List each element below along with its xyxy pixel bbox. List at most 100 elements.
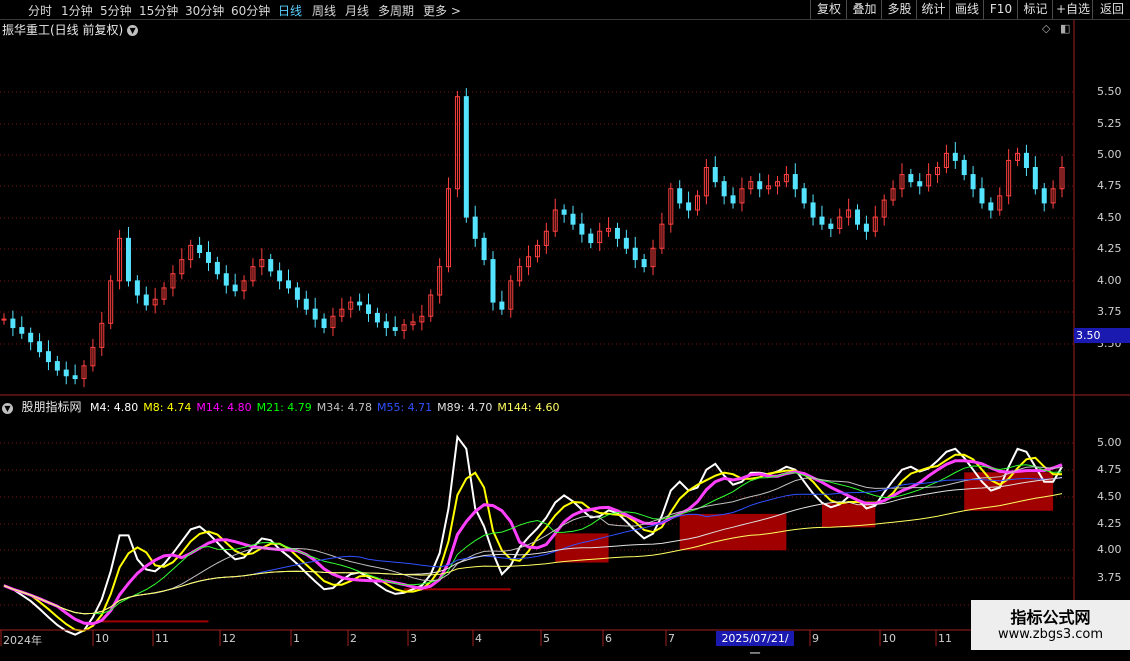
period-tab-fenshi[interactable]: 分时 bbox=[28, 2, 52, 19]
date-axis-label: 12 bbox=[222, 632, 236, 645]
indicator-value: M55: 4.71 bbox=[376, 401, 433, 414]
back-button[interactable]: 返回 bbox=[1092, 0, 1130, 19]
candle-body bbox=[970, 174, 976, 190]
indicator-axis-label: 4.00 bbox=[1097, 543, 1122, 556]
panel-toggle-icon[interactable]: ◧ bbox=[1060, 22, 1070, 35]
indicator-area-block bbox=[679, 513, 787, 551]
chevron-down-icon[interactable]: ▼ bbox=[2, 402, 13, 414]
candle-body bbox=[561, 209, 567, 215]
candle-body bbox=[392, 327, 398, 331]
watermark-title: 指标公式网 bbox=[1010, 608, 1091, 627]
candle-body bbox=[792, 174, 798, 190]
date-axis-label: 10 bbox=[95, 632, 109, 645]
indicator-axis-label: 4.50 bbox=[1097, 490, 1122, 503]
period-tab-30min[interactable]: 30分钟 bbox=[185, 2, 224, 19]
candlestick-series bbox=[1, 88, 1065, 388]
add-watchlist-button[interactable]: +自选 bbox=[1052, 0, 1093, 19]
price-axis-label: 4.00 bbox=[1097, 274, 1122, 287]
candle-body bbox=[10, 318, 16, 329]
candle-body bbox=[588, 233, 594, 244]
chart-title: 振华重工(日线 前复权) bbox=[2, 23, 124, 37]
chart-title-row: 振华重工(日线 前复权) ▼ bbox=[2, 21, 139, 38]
price-axis-label: 4.50 bbox=[1097, 211, 1122, 224]
price-axis-label: 5.00 bbox=[1097, 148, 1122, 161]
candle-body bbox=[232, 284, 238, 292]
candle-body bbox=[490, 259, 496, 303]
watermark-url: www.zbgs3.com bbox=[997, 627, 1104, 642]
diamond-icon[interactable]: ◇ bbox=[1042, 22, 1050, 35]
period-tab-daily[interactable]: 日线 bbox=[278, 2, 302, 19]
period-tab-more[interactable]: 更多 > bbox=[423, 2, 461, 19]
candle-body bbox=[623, 237, 629, 249]
candle-body bbox=[134, 280, 140, 296]
date-axis-label: 1 bbox=[293, 632, 300, 645]
candle-body bbox=[579, 223, 585, 235]
overlay-button[interactable]: 叠加 bbox=[846, 0, 882, 19]
indicator-area-block bbox=[101, 620, 209, 623]
period-tab-5min[interactable]: 5分钟 bbox=[100, 2, 132, 19]
price-axis-label: 4.75 bbox=[1097, 179, 1122, 192]
candle-body bbox=[214, 261, 220, 275]
statistics-button[interactable]: 统计 bbox=[916, 0, 950, 19]
candle-body bbox=[37, 341, 43, 353]
price-axis-label: 5.50 bbox=[1097, 85, 1122, 98]
period-tab-15min[interactable]: 15分钟 bbox=[139, 2, 178, 19]
current-price-tag: 3.50 bbox=[1074, 328, 1130, 343]
indicator-value: M34: 4.78 bbox=[316, 401, 372, 414]
period-tab-1min[interactable]: 1分钟 bbox=[61, 2, 93, 19]
candle-body bbox=[952, 152, 958, 161]
candle-body bbox=[721, 181, 727, 197]
main-chart-canvas[interactable] bbox=[0, 0, 1130, 650]
candle-body bbox=[712, 167, 718, 183]
candle-body bbox=[63, 369, 69, 377]
period-tab-multi[interactable]: 多周期 bbox=[378, 2, 414, 19]
draw-line-button[interactable]: 画线 bbox=[949, 0, 984, 19]
period-tab-weekly[interactable]: 周线 bbox=[312, 2, 336, 19]
candle-body bbox=[828, 223, 834, 229]
candle-body bbox=[481, 237, 487, 261]
period-tab-60min[interactable]: 60分钟 bbox=[231, 2, 270, 19]
date-axis-label: 7 bbox=[668, 632, 675, 645]
date-axis-label: 9 bbox=[812, 632, 819, 645]
date-axis-label: 10 bbox=[882, 632, 896, 645]
multi-stock-button[interactable]: 多股 bbox=[881, 0, 917, 19]
date-axis-label: 2 bbox=[350, 632, 357, 645]
cursor-date-label: 2025/07/21/一 bbox=[716, 631, 794, 660]
price-axis-label: 3.75 bbox=[1097, 305, 1122, 318]
f10-button[interactable]: F10 bbox=[983, 0, 1018, 19]
candle-body bbox=[268, 259, 274, 272]
candle-body bbox=[1, 318, 7, 321]
candle-body bbox=[374, 312, 380, 323]
candle-body bbox=[303, 298, 309, 310]
date-axis-label: 2024年 bbox=[3, 634, 42, 647]
candle-body bbox=[19, 327, 25, 334]
price-axis-label: 5.25 bbox=[1097, 117, 1122, 130]
date-axis-label: 5 bbox=[543, 632, 550, 645]
candle-body bbox=[472, 216, 478, 239]
indicator-value: M89: 4.70 bbox=[437, 401, 493, 414]
candle-body bbox=[463, 96, 469, 218]
restore-rights-button[interactable]: 复权 bbox=[810, 0, 847, 19]
candle-body bbox=[321, 318, 327, 329]
candle-body bbox=[143, 294, 149, 306]
date-axis-label: 11 bbox=[155, 632, 169, 645]
indicator-value: M14: 4.80 bbox=[196, 401, 252, 414]
candle-body bbox=[383, 321, 389, 329]
indicator-axis-label: 4.25 bbox=[1097, 517, 1122, 530]
candle-body bbox=[205, 252, 211, 263]
candle-body bbox=[294, 287, 300, 300]
candle-body bbox=[125, 237, 131, 282]
indicator-name: 股朋指标网 bbox=[21, 400, 82, 414]
candle-body bbox=[286, 280, 292, 289]
candle-body bbox=[357, 301, 363, 306]
period-tab-monthly[interactable]: 月线 bbox=[345, 2, 369, 19]
candle-body bbox=[366, 304, 372, 314]
candle-body bbox=[819, 216, 825, 225]
mark-button[interactable]: 标记 bbox=[1017, 0, 1053, 19]
candle-body bbox=[54, 361, 60, 371]
date-axis-label: 11 bbox=[938, 632, 952, 645]
candle-body bbox=[1023, 152, 1029, 168]
candle-body bbox=[45, 351, 51, 363]
indicator-legend: ▼ 股朋指标网 M4: 4.80 M8: 4.74 M14: 4.80 M21: 4.… bbox=[2, 398, 570, 415]
chevron-down-icon[interactable]: ▼ bbox=[127, 25, 139, 36]
